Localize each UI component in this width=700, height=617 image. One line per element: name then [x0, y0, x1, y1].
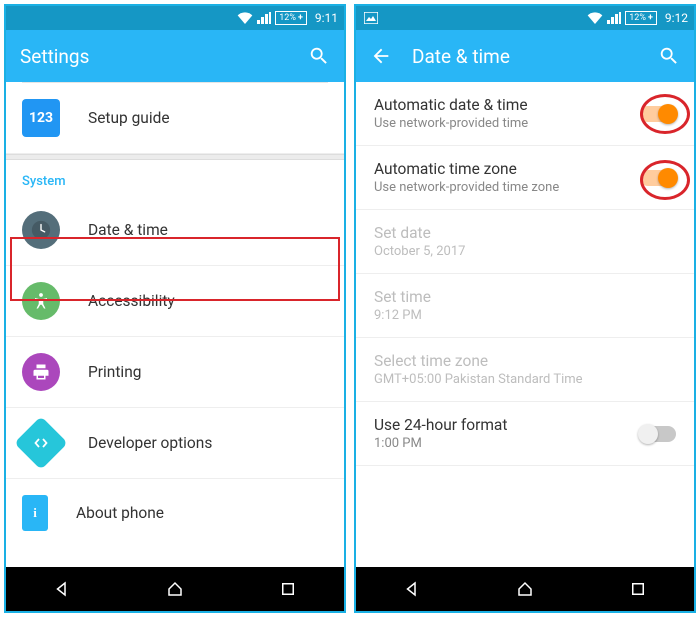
- status-bar: 12%+ 9:11: [6, 6, 344, 30]
- nav-home-icon[interactable]: [516, 580, 534, 598]
- list-item-about-phone[interactable]: i About phone: [6, 479, 344, 547]
- nav-recent-icon[interactable]: [279, 580, 297, 598]
- row-set-date: Set date October 5, 2017: [356, 210, 694, 274]
- setup-guide-label: Setup guide: [88, 109, 170, 127]
- battery-indicator: 12%+: [275, 11, 307, 25]
- phone-left: 12%+ 9:11 Settings 123 Setup guide Syste…: [4, 4, 346, 613]
- about-phone-icon: i: [22, 495, 48, 531]
- row-auto-date-time[interactable]: Automatic date & time Use network-provid…: [356, 82, 694, 146]
- setup-guide-icon: 123: [22, 99, 60, 137]
- accessibility-icon: [22, 282, 60, 320]
- select-tz-sub: GMT+05:00 Pakistan Standard Time: [374, 372, 676, 387]
- battery-plus-icon: +: [298, 12, 303, 24]
- battery-percent: 12%: [279, 12, 296, 24]
- accessibility-label: Accessibility: [88, 292, 175, 310]
- set-time-title: Set time: [374, 288, 676, 306]
- wifi-icon: [237, 12, 253, 24]
- nav-recent-icon[interactable]: [629, 580, 647, 598]
- auto-dt-switch[interactable]: [640, 106, 676, 122]
- phone-right: 12%+ 9:12 Date & time Automatic date & t…: [354, 4, 696, 613]
- set-time-sub: 9:12 PM: [374, 308, 676, 323]
- auto-tz-switch[interactable]: [640, 170, 676, 186]
- signal-icon: [607, 12, 621, 24]
- signal-icon: [257, 12, 271, 24]
- settings-list: 123 Setup guide System Date & time Acces…: [6, 82, 344, 567]
- page-title: Date & time: [412, 45, 510, 68]
- list-item-printing[interactable]: Printing: [6, 337, 344, 408]
- row-select-time-zone: Select time zone GMT+05:00 Pakistan Stan…: [356, 338, 694, 402]
- nav-bar: [356, 567, 694, 611]
- dev-options-label: Developer options: [88, 434, 212, 452]
- set-date-sub: October 5, 2017: [374, 244, 676, 259]
- use-24h-title: Use 24-hour format: [374, 416, 628, 434]
- select-tz-title: Select time zone: [374, 352, 676, 370]
- svg-text:i: i: [33, 505, 37, 520]
- status-time: 9:12: [665, 11, 688, 25]
- list-item-date-time[interactable]: Date & time: [6, 195, 344, 266]
- dev-options-icon: [14, 416, 68, 470]
- app-bar: Settings: [6, 30, 344, 82]
- date-time-settings: Automatic date & time Use network-provid…: [356, 82, 694, 567]
- list-item-dev-options[interactable]: Developer options: [6, 408, 344, 479]
- page-title: Settings: [20, 45, 89, 68]
- app-bar: Date & time: [356, 30, 694, 82]
- nav-bar: [6, 567, 344, 611]
- list-item-setup-guide[interactable]: 123 Setup guide: [6, 83, 344, 154]
- status-time: 9:11: [315, 11, 338, 25]
- row-use-24h-format[interactable]: Use 24-hour format 1:00 PM: [356, 402, 694, 466]
- row-set-time: Set time 9:12 PM: [356, 274, 694, 338]
- auto-tz-title: Automatic time zone: [374, 160, 628, 178]
- list-item-accessibility[interactable]: Accessibility: [6, 266, 344, 337]
- search-icon[interactable]: [658, 45, 680, 67]
- printer-icon: [22, 353, 60, 391]
- clock-icon: [22, 211, 60, 249]
- screenshot-icon: [364, 12, 378, 24]
- auto-dt-title: Automatic date & time: [374, 96, 628, 114]
- wifi-icon: [587, 12, 603, 24]
- use-24h-sub: 1:00 PM: [374, 436, 628, 451]
- row-auto-time-zone[interactable]: Automatic time zone Use network-provided…: [356, 146, 694, 210]
- nav-back-icon[interactable]: [53, 580, 71, 598]
- search-icon[interactable]: [308, 45, 330, 67]
- set-date-title: Set date: [374, 224, 676, 242]
- auto-tz-sub: Use network-provided time zone: [374, 180, 628, 195]
- use-24h-switch[interactable]: [640, 426, 676, 442]
- date-time-label: Date & time: [88, 221, 168, 239]
- battery-percent: 12%: [629, 12, 646, 24]
- auto-dt-sub: Use network-provided time: [374, 116, 628, 131]
- printing-label: Printing: [88, 363, 141, 381]
- nav-home-icon[interactable]: [166, 580, 184, 598]
- about-phone-label: About phone: [76, 504, 164, 522]
- battery-indicator: 12%+: [625, 11, 657, 25]
- status-bar: 12%+ 9:12: [356, 6, 694, 30]
- back-icon[interactable]: [370, 45, 392, 67]
- section-header-system: System: [6, 160, 344, 195]
- battery-plus-icon: +: [648, 12, 653, 24]
- nav-back-icon[interactable]: [403, 580, 421, 598]
